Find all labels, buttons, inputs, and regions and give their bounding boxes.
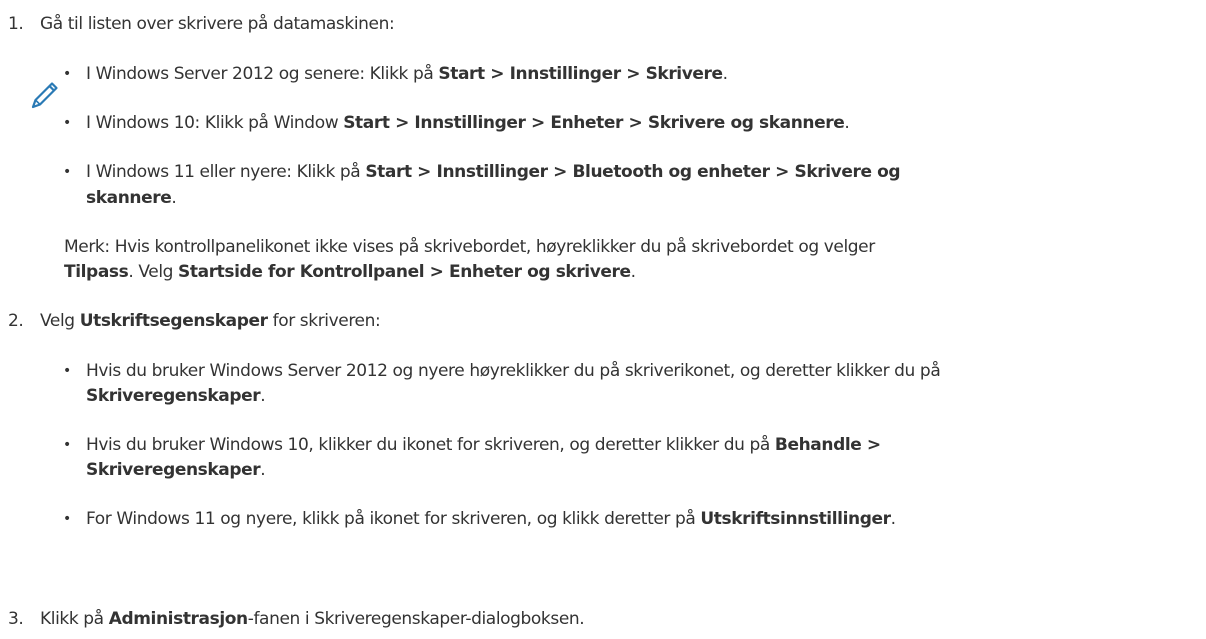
step-number: 1. xyxy=(8,14,24,34)
menu-path: Behandle > xyxy=(774,435,881,455)
menu-path: Skriveregenskaper xyxy=(86,460,261,480)
text: . xyxy=(171,188,177,208)
menu-path: Administrasjon xyxy=(108,609,248,629)
menu-path: Skriveregenskaper xyxy=(86,386,261,406)
bullet: • xyxy=(63,164,71,180)
text: . xyxy=(260,460,266,480)
text: . xyxy=(722,64,728,84)
bullet: • xyxy=(63,115,71,131)
text: for skriveren: xyxy=(267,311,381,331)
list-item-text: I Windows 10: Klikk på Window Start > In… xyxy=(86,113,850,133)
bullet: • xyxy=(63,437,71,453)
step-number: 2. xyxy=(8,311,24,331)
list-item-text: Skriveregenskaper. xyxy=(86,386,266,406)
text: Hvis du bruker Windows 10, klikker du ik… xyxy=(86,435,775,455)
text: . xyxy=(844,113,850,133)
menu-path: Utskriftsegenskaper xyxy=(79,311,268,331)
text: . Velg xyxy=(128,262,179,282)
menu-path: Utskriftsinnstillinger xyxy=(700,509,891,529)
list-item-text: Hvis du bruker Windows Server 2012 og ny… xyxy=(86,361,941,381)
text: For Windows 11 og nyere, klikk på ikonet… xyxy=(86,509,701,529)
text: . xyxy=(260,386,266,406)
pencil-icon xyxy=(31,82,58,109)
list-item-text: skannere. xyxy=(86,188,177,208)
text: -fanen i Skriveregenskaper-dialogboksen. xyxy=(247,609,585,629)
list-item-text: Skriveregenskaper. xyxy=(86,460,266,480)
menu-path: Tilpass xyxy=(64,262,129,282)
menu-path: Start > Innstillinger > Enheter > Skrive… xyxy=(343,113,845,133)
bullet: • xyxy=(63,66,71,82)
document-page: 1. Gå til listen over skrivere på datama… xyxy=(0,0,1206,639)
step-text: Velg Utskriftsegenskaper for skriveren: xyxy=(40,311,381,331)
text: Klikk på xyxy=(40,609,109,629)
menu-path: Startside for Kontrollpanel > Enheter og… xyxy=(178,262,631,282)
note-text: Merk: Hvis kontrollpanelikonet ikke vise… xyxy=(64,237,875,257)
text: Velg xyxy=(40,311,80,331)
text: I Windows 10: Klikk på Window xyxy=(86,113,344,133)
menu-path: skannere xyxy=(86,188,172,208)
menu-path: Start > Innstillinger > Skrivere xyxy=(438,64,723,84)
list-item-text: I Windows 11 eller nyere: Klikk på Start… xyxy=(86,162,901,182)
text: I Windows Server 2012 og senere: Klikk p… xyxy=(86,64,439,84)
list-item-text: I Windows Server 2012 og senere: Klikk p… xyxy=(86,64,728,84)
note-text: Tilpass. Velg Startside for Kontrollpane… xyxy=(64,262,636,282)
step-number: 3. xyxy=(8,609,24,629)
text: I Windows 11 eller nyere: Klikk på xyxy=(86,162,366,182)
text: . xyxy=(630,262,636,282)
menu-path: Start > Innstillinger > Bluetooth og enh… xyxy=(365,162,901,182)
step-text: Gå til listen over skrivere på datamaski… xyxy=(40,14,395,34)
bullet: • xyxy=(63,363,71,379)
step-text: Klikk på Administrasjon-fanen i Skrivere… xyxy=(40,609,585,629)
bullet: • xyxy=(63,511,71,527)
list-item-text: For Windows 11 og nyere, klikk på ikonet… xyxy=(86,509,896,529)
list-item-text: Hvis du bruker Windows 10, klikker du ik… xyxy=(86,435,881,455)
text: . xyxy=(890,509,896,529)
